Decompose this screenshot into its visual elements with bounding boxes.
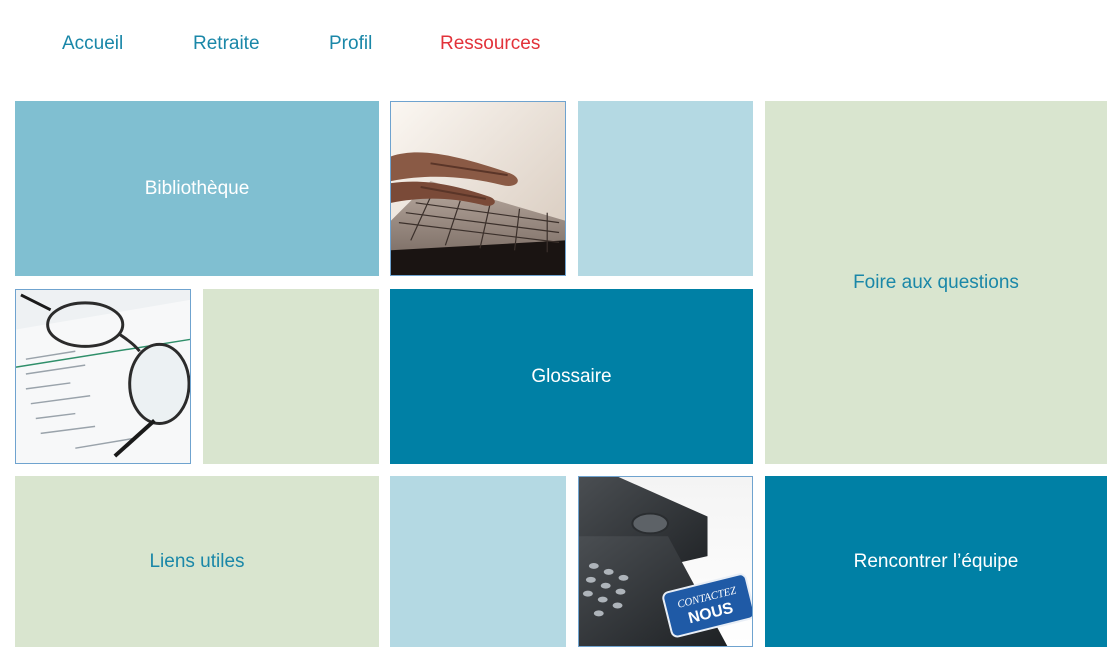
tile-decorative-green <box>203 289 379 464</box>
tile-decorative-light-bottom <box>390 476 566 647</box>
tile-glossaire-label: Glossaire <box>531 365 612 387</box>
tile-foire-aux-questions[interactable]: Foire aux questions <box>765 101 1107 464</box>
tile-liens-utiles-label: Liens utiles <box>149 550 245 572</box>
tile-bibliotheque-label: Bibliothèque <box>144 177 250 199</box>
keyboard-photo <box>390 101 566 276</box>
tile-bibliotheque[interactable]: Bibliothèque <box>15 101 379 276</box>
tile-rencontrer-equipe-label: Rencontrer l’équipe <box>853 550 1019 572</box>
nav-link-ressources[interactable]: Ressources <box>440 33 540 55</box>
tile-rencontrer-equipe[interactable]: Rencontrer l’équipe <box>765 476 1107 647</box>
main-nav: Accueil Retraite Profil Ressources <box>0 0 1107 90</box>
contact-phone-photo[interactable]: CONTACTEZ NOUS <box>578 476 753 647</box>
nav-link-accueil[interactable]: Accueil <box>62 33 123 55</box>
nav-link-profil[interactable]: Profil <box>329 33 372 55</box>
tile-liens-utiles[interactable]: Liens utiles <box>15 476 379 647</box>
glasses-photo <box>15 289 191 464</box>
nav-link-retraite[interactable]: Retraite <box>193 33 260 55</box>
tile-glossaire[interactable]: Glossaire <box>390 289 753 464</box>
tile-decorative-light-top <box>578 101 753 276</box>
tile-foire-aux-questions-label: Foire aux questions <box>853 271 1019 293</box>
